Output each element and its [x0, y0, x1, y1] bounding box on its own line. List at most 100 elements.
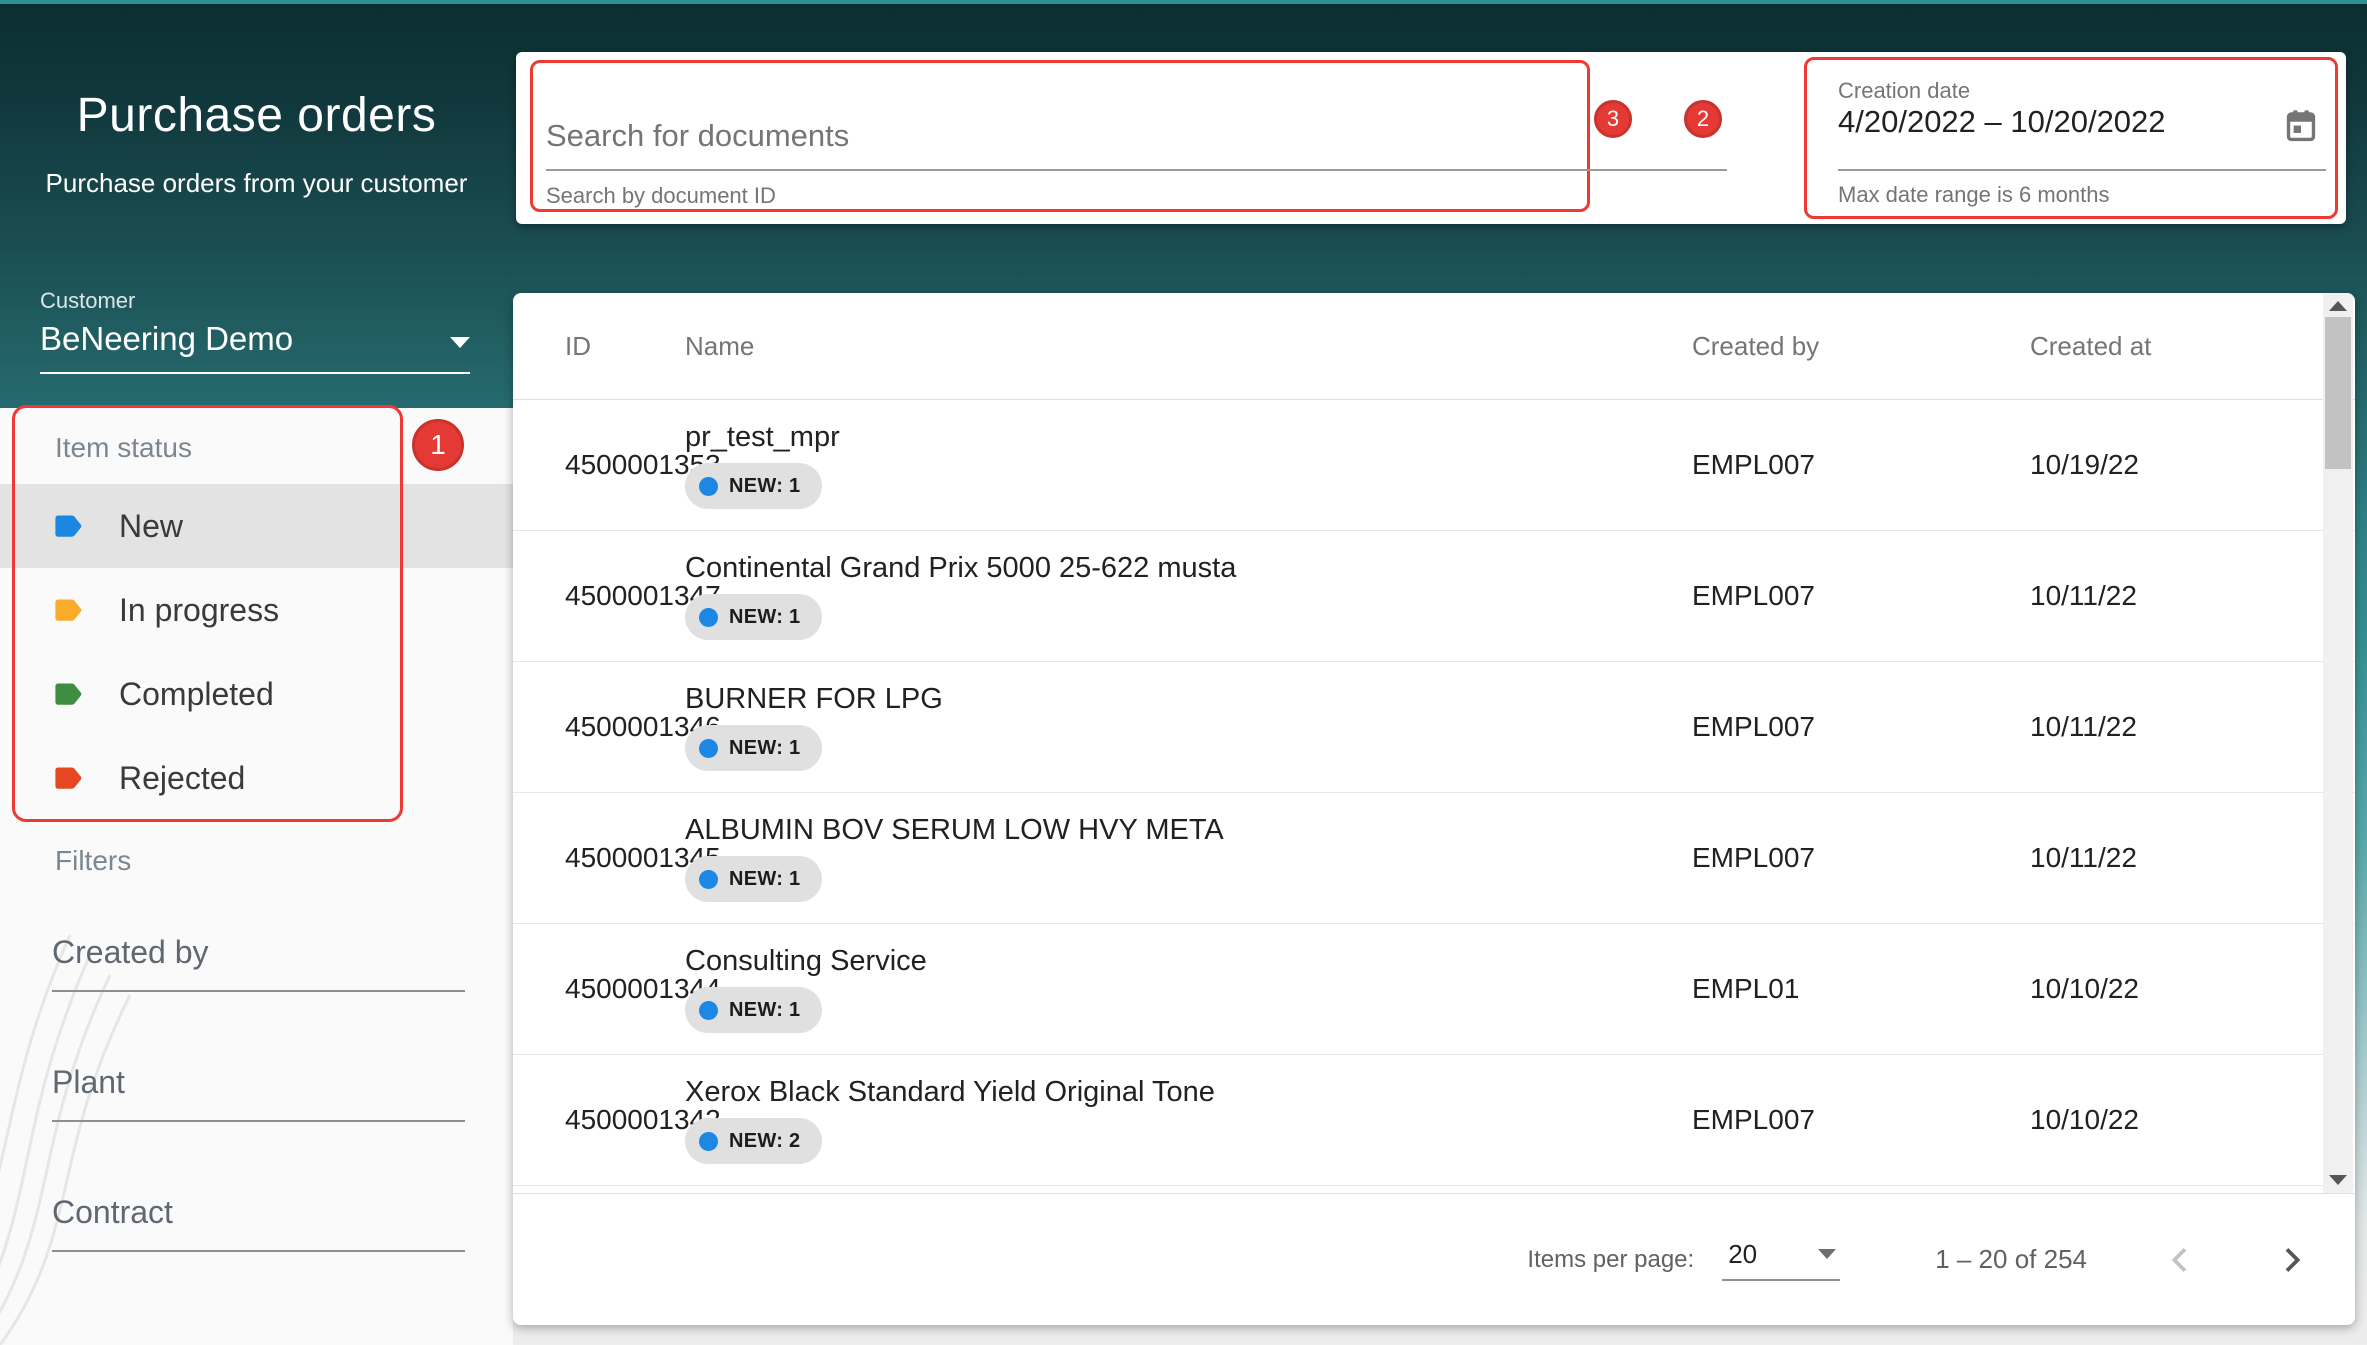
filter-input[interactable]: Created by: [52, 926, 465, 1056]
row-status-badge: NEW: 1: [685, 463, 822, 509]
row-created-at: 10/10/22: [2030, 973, 2265, 1005]
table-body: 4500001353 pr_test_mpr NEW: 1 EMPL007 10…: [513, 400, 2355, 1186]
row-badge-label: NEW: 1: [729, 999, 800, 1022]
items-per-page-value: 20: [1728, 1239, 1757, 1270]
table-row[interactable]: 4500001353 pr_test_mpr NEW: 1 EMPL007 10…: [513, 400, 2355, 531]
customer-value: BeNeering Demo: [40, 320, 293, 358]
row-id: 4500001342: [565, 1104, 685, 1136]
row-created-by: EMPL007: [1692, 580, 2030, 612]
page-range-label: 1 – 20 of 254: [1935, 1244, 2087, 1275]
sidebar-item-status[interactable]: New: [0, 484, 513, 568]
filter-input[interactable]: Contract: [52, 1186, 465, 1316]
status-item-label: New: [119, 508, 183, 545]
search-input[interactable]: Search for documents: [546, 118, 849, 154]
filter-field-label: Plant: [52, 1064, 125, 1101]
calendar-icon[interactable]: [2284, 108, 2318, 144]
sidebar-item-status[interactable]: Rejected: [0, 736, 513, 820]
sidebar-item-status[interactable]: Completed: [0, 652, 513, 736]
row-created-by: EMPL007: [1692, 1104, 2030, 1136]
filter-fields: Created by Plant Contract: [52, 926, 465, 1316]
annotation-marker-1: 1: [412, 419, 464, 471]
purchase-orders-page: Purchase orders Purchase orders from you…: [0, 0, 2367, 1345]
status-tag-icon: [55, 599, 82, 622]
badge-dot-icon: [699, 1132, 718, 1151]
table-header: IDNameCreated byCreated at: [513, 293, 2355, 400]
table-row[interactable]: 4500001347 Continental Grand Prix 5000 2…: [513, 531, 2355, 662]
status-tag-icon: [55, 767, 82, 790]
filter-input[interactable]: Plant: [52, 1056, 465, 1186]
row-status-badge: NEW: 1: [685, 856, 822, 902]
row-created-by: EMPL007: [1692, 449, 2030, 481]
row-created-at: 10/11/22: [2030, 842, 2265, 874]
item-status-heading: Item status: [55, 432, 192, 464]
scroll-up-icon[interactable]: [2329, 301, 2347, 311]
row-status-badge: NEW: 1: [685, 594, 822, 640]
row-status-badge: NEW: 1: [685, 725, 822, 771]
caret-down-icon: [1818, 1249, 1836, 1259]
sidebar-header: Purchase orders Purchase orders from you…: [0, 0, 513, 408]
row-id: 4500001344: [565, 973, 685, 1005]
search-hint: Search by document ID: [546, 183, 776, 209]
next-page-button[interactable]: [2275, 1244, 2307, 1276]
row-name: pr_test_mpr: [685, 421, 840, 454]
row-created-by: EMPL01: [1692, 973, 2030, 1005]
row-status-badge: NEW: 1: [685, 987, 822, 1033]
filters-heading: Filters: [55, 845, 131, 877]
row-id: 4500001347: [565, 580, 685, 612]
customer-select[interactable]: BeNeering Demo: [40, 320, 470, 358]
filter-field-underline: [52, 990, 465, 992]
row-id: 4500001346: [565, 711, 685, 743]
badge-dot-icon: [699, 1001, 718, 1020]
row-badge-label: NEW: 1: [729, 868, 800, 891]
table-row[interactable]: 4500001346 BURNER FOR LPG NEW: 1 EMPL007…: [513, 662, 2355, 793]
creation-date-input[interactable]: 4/20/2022 – 10/20/2022: [1838, 104, 2166, 140]
items-per-page-label: Items per page:: [1527, 1246, 1694, 1274]
row-id: 4500001345: [565, 842, 685, 874]
row-created-at: 10/10/22: [2030, 1104, 2265, 1136]
badge-dot-icon: [699, 477, 718, 496]
sidebar-item-status[interactable]: In progress: [0, 568, 513, 652]
search-underline: [546, 169, 1727, 171]
creation-date-hint: Max date range is 6 months: [1838, 182, 2109, 208]
table-scrollbar[interactable]: [2323, 293, 2353, 1193]
chevron-right-icon: [2275, 1244, 2307, 1276]
status-tag-icon: [55, 515, 82, 538]
row-badge-label: NEW: 2: [729, 1130, 800, 1153]
row-created-at: 10/19/22: [2030, 449, 2265, 481]
creation-date-label: Creation date: [1838, 78, 1970, 104]
table-row[interactable]: 4500001342 Xerox Black Standard Yield Or…: [513, 1055, 2355, 1186]
table-footer: Items per page: 20 1 – 20 of 254: [513, 1193, 2355, 1325]
creation-date-underline: [1838, 169, 2326, 171]
scroll-down-icon[interactable]: [2329, 1175, 2347, 1185]
row-name: BURNER FOR LPG: [685, 683, 943, 716]
table-row[interactable]: 4500001345 ALBUMIN BOV SERUM LOW HVY MET…: [513, 793, 2355, 924]
previous-page-button[interactable]: [2165, 1244, 2197, 1276]
row-id: 4500001353: [565, 449, 685, 481]
scrollbar-thumb[interactable]: [2325, 317, 2351, 469]
annotation-marker-3: 3: [1594, 100, 1632, 138]
items-per-page-select[interactable]: 20: [1722, 1239, 1840, 1281]
status-item-label: Rejected: [119, 760, 245, 797]
row-name: ALBUMIN BOV SERUM LOW HVY META: [685, 814, 1224, 847]
row-status-badge: NEW: 2: [685, 1118, 822, 1164]
page-title: Purchase orders: [0, 88, 513, 143]
row-badge-label: NEW: 1: [729, 475, 800, 498]
chevron-left-icon: [2165, 1244, 2197, 1276]
row-created-at: 10/11/22: [2030, 711, 2265, 743]
row-badge-label: NEW: 1: [729, 737, 800, 760]
row-name: Continental Grand Prix 5000 25-622 musta: [685, 552, 1236, 585]
row-name: Consulting Service: [685, 945, 927, 978]
status-tag-icon: [55, 683, 82, 706]
customer-underline: [40, 372, 470, 374]
row-created-by: EMPL007: [1692, 711, 2030, 743]
status-item-label: In progress: [119, 592, 279, 629]
status-item-label: Completed: [119, 676, 274, 713]
badge-dot-icon: [699, 608, 718, 627]
customer-label: Customer: [40, 288, 135, 314]
item-status-list: New In progress Completed Rejected: [0, 484, 513, 820]
caret-down-icon: [450, 337, 470, 348]
column-header: Created at: [2030, 331, 2265, 362]
table-row[interactable]: 4500001344 Consulting Service NEW: 1 EMP…: [513, 924, 2355, 1055]
column-header: Name: [685, 331, 1692, 362]
column-header: Created by: [1692, 331, 2030, 362]
